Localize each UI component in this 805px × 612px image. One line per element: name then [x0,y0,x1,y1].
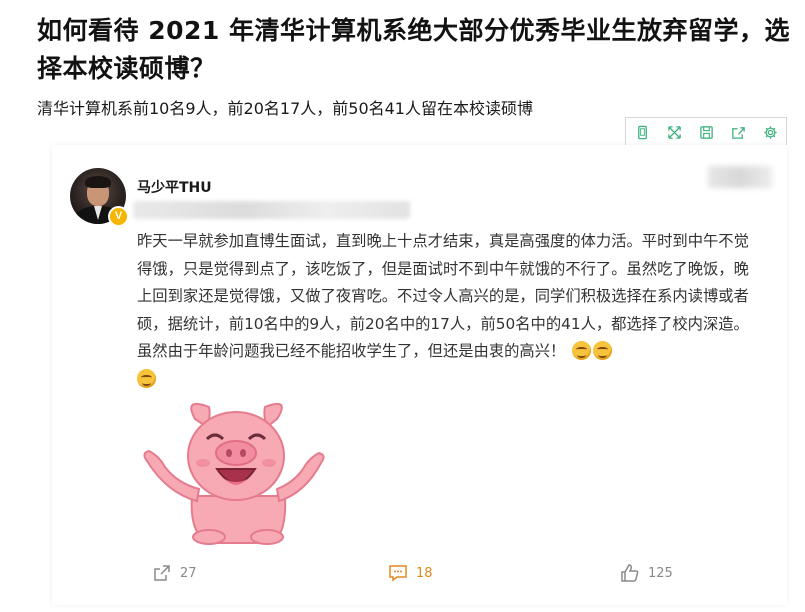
post-body: 昨天一早就参加直博生面试，直到晚上十点才结束，真是高强度的体力活。平时到中午不觉… [137,232,749,360]
repost-icon [154,565,170,581]
comment-count: 18 [416,565,433,581]
hug-emoji [137,368,156,388]
question-subtitle: 清华计算机系前10名9人，前20名17人，前50名41人留在本校读硕博 [37,99,533,118]
post-image[interactable] [137,401,331,545]
phone-button[interactable] [626,118,658,146]
expand-icon [667,125,681,139]
blurred-meta [133,201,410,219]
question-title: 如何看待 2021 年清华计算机系绝大部分优秀毕业生放弃留学，选择本校读硕博？ [37,16,790,83]
like-count: 125 [648,565,673,581]
hug-emoji [572,341,592,360]
toolbar [625,117,787,147]
repost-count: 27 [180,565,197,581]
share-icon [731,126,745,139]
post-actions: 27 18 125 [52,563,787,595]
hug-emoji [593,341,613,360]
save-button[interactable] [690,118,722,146]
repost-button[interactable]: 27 [152,563,197,583]
save-icon [699,125,713,139]
comment-icon [389,565,407,582]
share-button[interactable] [722,118,754,146]
cartoon-pig-image [143,403,325,545]
expand-button[interactable] [658,118,690,146]
thumbs-up-icon [621,564,639,582]
phone-icon [637,125,647,139]
settings-button[interactable] [754,118,786,146]
settings-icon [763,125,777,139]
blurred-corner [708,166,772,188]
comment-button[interactable]: 18 [388,563,433,583]
like-button[interactable]: 125 [620,563,673,583]
verified-badge: V [108,206,129,227]
post-text: 昨天一早就参加直博生面试，直到晚上十点才结束，真是高强度的体力活。平时到中午不觉… [137,228,749,393]
author-name[interactable]: 马少平THU [137,177,212,197]
